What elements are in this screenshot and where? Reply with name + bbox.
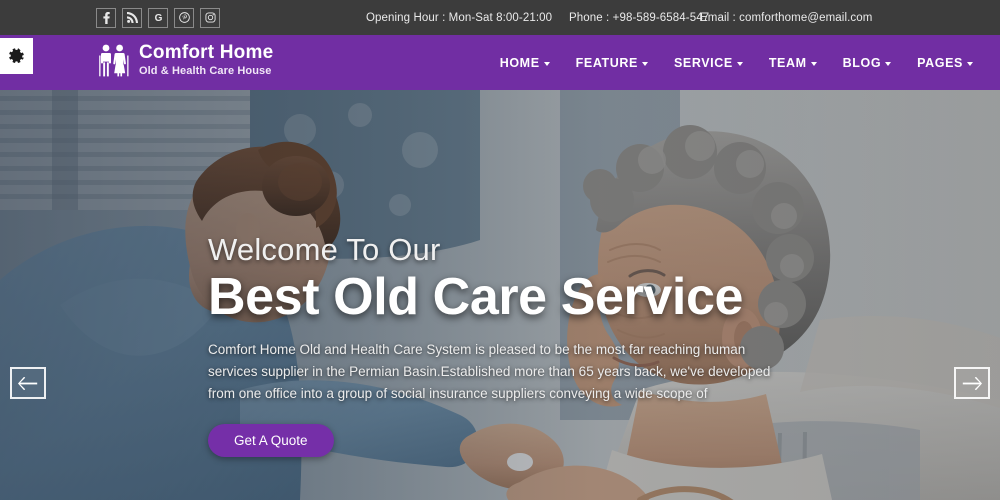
opening-hours-text: Opening Hour : Mon-Sat 8:00-21:00 xyxy=(366,11,553,24)
chevron-down-icon xyxy=(810,61,817,66)
settings-button[interactable] xyxy=(0,38,33,74)
email-info[interactable]: Email : comforthome@email.com xyxy=(700,12,872,24)
page-root: G Opening Hour : Mon-Sat 8:00-21:00 Phon… xyxy=(0,0,1000,500)
arrow-left-icon xyxy=(18,376,38,390)
carousel-next-button[interactable] xyxy=(954,367,990,399)
email-text: Email : comforthome@email.com xyxy=(700,11,873,24)
chevron-down-icon xyxy=(736,61,743,66)
nav-item-blog[interactable]: BLOG xyxy=(830,56,905,70)
nav-label: FEATURE xyxy=(575,55,638,70)
nav-label: PAGES xyxy=(917,55,963,70)
arrow-right-icon xyxy=(962,376,982,390)
nav-label: TEAM xyxy=(768,55,807,70)
get-a-quote-button[interactable]: Get A Quote xyxy=(208,423,334,457)
chevron-down-icon xyxy=(885,61,892,66)
hero-paragraph: Comfort Home Old and Health Care System … xyxy=(208,342,771,401)
nav-item-team[interactable]: TEAM xyxy=(756,56,830,70)
gear-icon xyxy=(9,47,24,63)
phone-text: Phone : +98-589-6584-547 xyxy=(569,11,710,24)
hero-carousel: Welcome To Our Best Old Care Service Com… xyxy=(0,90,1000,500)
phone-info[interactable]: Phone : +98-589-6584-547 xyxy=(569,12,709,24)
nav-item-feature[interactable]: FEATURE xyxy=(563,56,661,70)
nav-label: HOME xyxy=(499,55,540,70)
opening-hours: Opening Hour : Mon-Sat 8:00-21:00 xyxy=(366,12,552,24)
chevron-down-icon xyxy=(967,61,973,66)
nav-item-home[interactable]: HOME xyxy=(487,56,563,70)
carousel-prev-button[interactable] xyxy=(10,367,46,399)
brand-title: Comfort Home xyxy=(139,42,274,64)
hero-headline: Best Old Care Service xyxy=(208,268,743,327)
pinterest-icon[interactable] xyxy=(174,7,194,28)
hero-eyebrow: Welcome To Our xyxy=(208,232,441,267)
chevron-down-icon xyxy=(543,61,550,66)
brand-subtitle: Old & Health Care House xyxy=(139,65,272,78)
nav-label: BLOG xyxy=(842,55,882,70)
nav-label: SERVICE xyxy=(673,55,733,70)
social-links: G xyxy=(96,7,220,28)
brand-logo[interactable]: Comfort Home Old & Health Care House xyxy=(96,42,274,79)
elderly-couple-icon xyxy=(99,44,129,77)
nav-item-pages[interactable]: PAGES xyxy=(904,56,986,70)
instagram-icon[interactable] xyxy=(200,7,220,28)
rss-icon[interactable] xyxy=(122,7,142,28)
google-icon[interactable]: G xyxy=(148,7,168,28)
hero-content: Welcome To Our Best Old Care Service Com… xyxy=(208,232,828,457)
nav-item-service[interactable]: SERVICE xyxy=(661,56,756,70)
top-utility-bar: G Opening Hour : Mon-Sat 8:00-21:00 Phon… xyxy=(0,0,1000,35)
main-navigation: HOME FEATURE SERVICE TEAM BLOG PAGES xyxy=(487,35,986,90)
facebook-icon[interactable] xyxy=(96,7,116,28)
chevron-down-icon xyxy=(641,61,648,66)
site-header: Comfort Home Old & Health Care House HOM… xyxy=(0,35,1000,90)
svg-text:G: G xyxy=(154,13,162,23)
